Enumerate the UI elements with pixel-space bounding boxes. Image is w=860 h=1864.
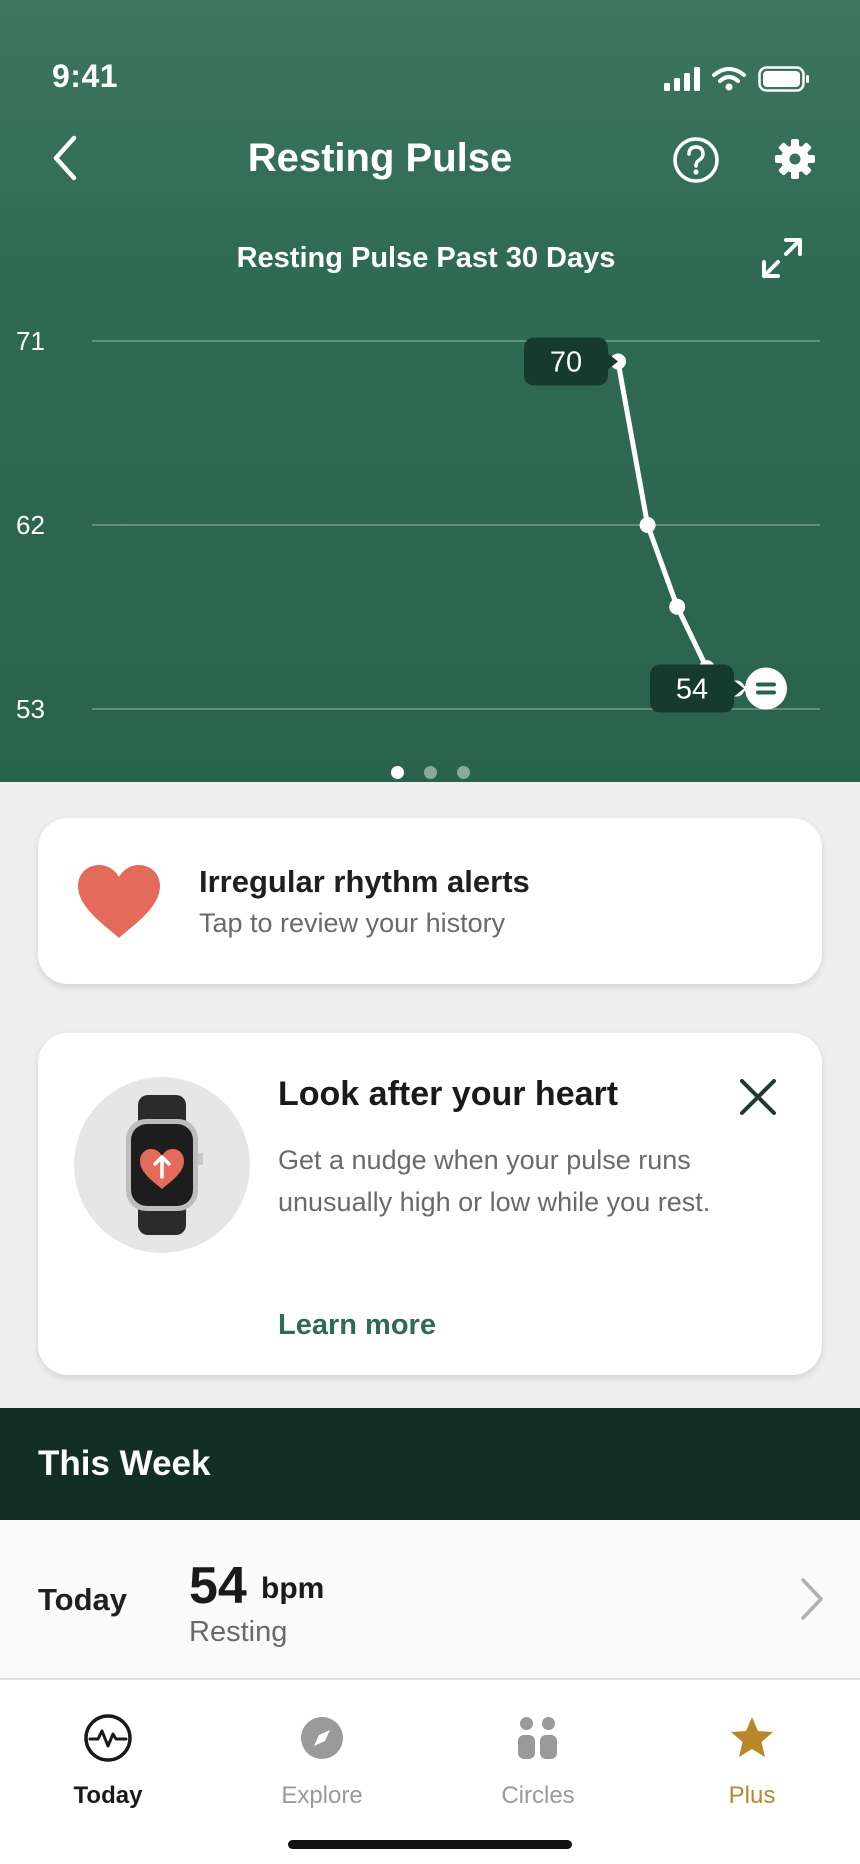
promo-title: Look after your heart [278,1075,619,1113]
y-tick-label: 62 [16,510,45,540]
pulse-chart[interactable]: 71 62 53 70 54 [0,300,860,760]
smartwatch-icon [126,1095,203,1235]
tab-explore-label: Explore [281,1782,363,1809]
people-icon [518,1717,557,1759]
irregular-rhythm-card[interactable]: Irregular rhythm alerts Tap to review yo… [38,818,822,984]
today-row[interactable]: Today 54 bpm Resting [0,1520,860,1680]
tab-circles[interactable]: Circles [448,1710,628,1810]
wifi-icon [712,67,746,91]
today-pulse-value: 54 [189,1557,247,1615]
promo-body: Get a nudge when your pulse runs unusual… [278,1145,711,1217]
page-indicator [0,766,860,779]
page-dot[interactable] [456,766,470,779]
tab-today[interactable]: Today [18,1710,198,1810]
gear-icon [775,139,815,179]
start-value-label: 70 [550,346,582,378]
status-time: 9:41 [52,58,119,94]
help-icon [673,137,719,183]
page-title: Resting Pulse [247,136,513,180]
scrubber-grip [756,682,776,687]
alert-subtitle: Tap to review your history [199,908,506,938]
data-point [639,517,656,533]
alert-title: Irregular rhythm alerts [199,864,530,899]
page-dot[interactable] [423,766,437,779]
home-indicator [288,1840,572,1849]
close-button[interactable] [738,1077,784,1123]
expand-icon [762,238,802,278]
learn-more-link[interactable]: Learn more [278,1309,436,1342]
help-button[interactable] [672,136,720,184]
chevron-right-icon [801,1578,823,1620]
tab-bar: Today Explore Circles Plus [0,1680,860,1864]
compass-icon [301,1717,343,1759]
tab-today-label: Today [73,1782,143,1809]
star-icon [731,1717,773,1757]
today-pulse-unit: bpm [261,1572,325,1605]
tab-circles-label: Circles [501,1782,575,1809]
heart-nudge-card: Look after your heart Get a nudge when y… [38,1033,822,1375]
tab-explore[interactable]: Explore [232,1710,412,1810]
scrubber-handle[interactable] [745,667,787,710]
today-pulse-label: Resting [189,1616,288,1648]
battery-icon [758,66,809,92]
data-point [669,598,686,615]
status-icons [664,66,810,92]
week-header: This Week [0,1408,860,1520]
tab-plus-label: Plus [728,1782,776,1809]
y-tick-label: 71 [16,326,45,356]
end-value-label: 54 [676,674,708,706]
week-header-title: This Week [38,1444,211,1483]
tab-plus[interactable]: Plus [662,1710,842,1810]
y-tick-label: 53 [16,694,45,724]
expand-chart-button[interactable] [760,236,806,282]
header-panel: 9:41 Resting Pulse Resting Pulse Past 30… [0,0,860,782]
cellular-signal-icon [664,67,700,91]
heart-icon [78,865,160,938]
settings-button[interactable] [774,138,820,184]
chart-title: Resting Pulse Past 30 Days [236,242,616,274]
activity-icon [84,1714,132,1762]
today-day-label: Today [38,1582,127,1617]
close-icon [740,1079,776,1115]
page-dot[interactable] [390,766,404,779]
scrubber-grip [756,690,776,695]
